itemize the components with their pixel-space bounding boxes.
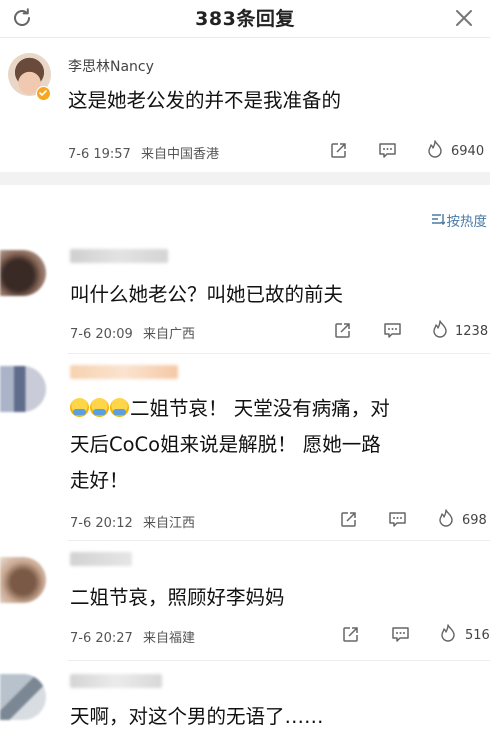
like-icon[interactable]	[440, 624, 456, 647]
divider	[68, 540, 490, 541]
avatar[interactable]	[0, 674, 46, 720]
comment-icon[interactable]	[383, 322, 402, 343]
comment-meta: 7-6 20:09 来自广西	[70, 323, 195, 342]
like-icon[interactable]	[427, 140, 443, 163]
comment-time: 7-6 19:57	[68, 147, 131, 162]
sort-label: 按热度	[446, 214, 488, 230]
emoji-icon	[70, 398, 89, 417]
avatar[interactable]	[0, 250, 46, 296]
like-count: 1238	[455, 324, 489, 339]
share-icon[interactable]	[340, 511, 358, 532]
username-blurred[interactable]	[70, 674, 162, 688]
comment-text: 叫什么她老公？叫她已故的前夫	[70, 283, 344, 306]
comment-item: 叫什么她老公？叫她已故的前夫 7-6 20:09 来自广西 1238	[0, 240, 490, 355]
comment-text: 天后CoCo姐来说是解脱！ 愿她一路	[70, 433, 381, 456]
share-icon[interactable]	[334, 322, 352, 343]
like-count: 516	[465, 628, 490, 643]
avatar[interactable]	[0, 557, 46, 603]
sort-bar: 按热度	[0, 185, 490, 235]
page-title: 383条回复	[195, 8, 295, 30]
divider	[68, 353, 490, 354]
sort-by-hot-button[interactable]: 按热度	[431, 210, 488, 230]
comment-icon[interactable]	[388, 511, 407, 532]
section-divider	[0, 172, 490, 185]
like-count: 6940	[451, 144, 485, 159]
comment-text: 走好！	[70, 469, 129, 492]
comment-item: 二姐节哀，照顾好李妈妈 7-6 20:27 来自福建 516	[0, 543, 490, 661]
comment-meta: 7-6 20:12 来自江西	[70, 512, 195, 531]
comment-text: 二姐节哀！ 天堂没有病痛，对	[130, 397, 390, 420]
comment-source: 来自江西	[142, 516, 195, 531]
header-bar: 383条回复	[0, 0, 490, 38]
comment-item: 天啊，对这个男的无语了……	[0, 662, 490, 743]
comment-meta: 7-6 19:57 来自中国香港	[68, 143, 219, 162]
comment-text: 二姐节哀，照顾好李妈妈	[70, 586, 285, 609]
comment-source: 来自中国香港	[140, 147, 219, 162]
comment-text: 天啊，对这个男的无语了……	[70, 705, 324, 728]
comment-meta: 7-6 20:27 来自福建	[70, 627, 195, 646]
verified-badge-icon	[36, 86, 51, 101]
share-icon[interactable]	[342, 626, 360, 647]
username-blurred[interactable]	[70, 249, 168, 263]
emoji-icon	[110, 398, 129, 417]
avatar[interactable]	[0, 366, 46, 412]
comment-time: 7-6 20:12	[70, 516, 133, 531]
divider	[68, 660, 490, 661]
comment-icon[interactable]	[391, 626, 410, 647]
username-blurred[interactable]	[70, 365, 178, 379]
comment-icon[interactable]	[378, 142, 397, 163]
comment-time: 7-6 20:27	[70, 631, 133, 646]
like-icon[interactable]	[432, 320, 448, 343]
like-count: 698	[462, 513, 487, 528]
like-icon[interactable]	[438, 509, 454, 532]
author-name[interactable]: 李思林Nancy	[68, 56, 154, 76]
comment-source: 来自广西	[142, 327, 195, 342]
comment-time: 7-6 20:09	[70, 327, 133, 342]
comment-item: 二姐节哀！ 天堂没有病痛，对 天后CoCo姐来说是解脱！ 愿她一路 走好！ 7-…	[0, 356, 490, 541]
root-comment: 李思林Nancy 这是她老公发的并不是我准备的 7-6 19:57 来自中国香港…	[0, 38, 490, 172]
close-icon[interactable]	[452, 6, 476, 30]
share-icon[interactable]	[330, 142, 348, 163]
emoji-icon	[90, 398, 109, 417]
sort-icon	[431, 212, 445, 230]
comment-text-line: 二姐节哀！ 天堂没有病痛，对	[70, 392, 390, 426]
username-blurred[interactable]	[70, 552, 132, 566]
comment-text: 这是她老公发的并不是我准备的	[68, 89, 342, 112]
comment-source: 来自福建	[142, 631, 195, 646]
